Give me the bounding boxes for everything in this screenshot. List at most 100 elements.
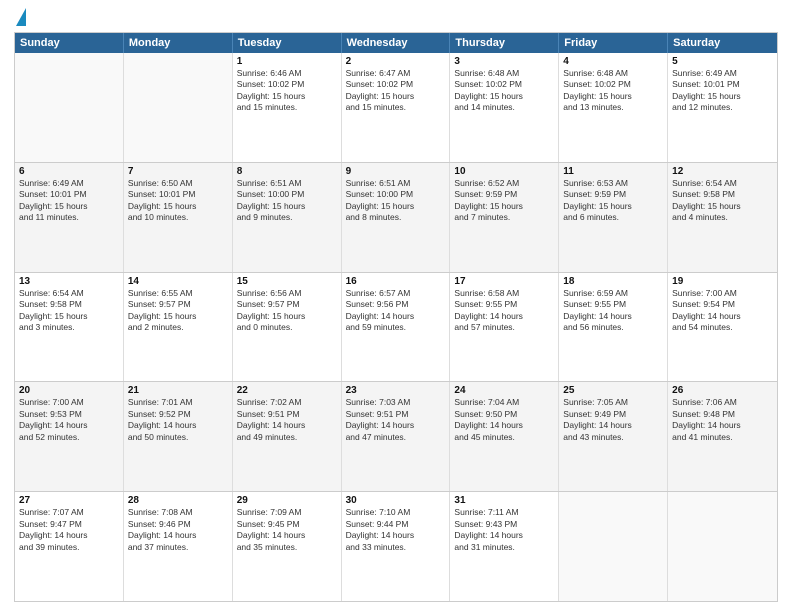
day-number: 30 (346, 495, 446, 506)
day-of-week-tuesday: Tuesday (233, 33, 342, 53)
cell-info: Sunrise: 6:52 AM Sunset: 9:59 PM Dayligh… (454, 178, 554, 224)
page: SundayMondayTuesdayWednesdayThursdayFrid… (0, 0, 792, 612)
cell-info: Sunrise: 7:09 AM Sunset: 9:45 PM Dayligh… (237, 507, 337, 553)
cell-info: Sunrise: 7:03 AM Sunset: 9:51 PM Dayligh… (346, 397, 446, 443)
day-number: 29 (237, 495, 337, 506)
cell-info: Sunrise: 6:49 AM Sunset: 10:01 PM Daylig… (672, 68, 773, 114)
calendar-cell: 7Sunrise: 6:50 AM Sunset: 10:01 PM Dayli… (124, 163, 233, 272)
calendar-week-5: 27Sunrise: 7:07 AM Sunset: 9:47 PM Dayli… (15, 492, 777, 601)
day-number: 20 (19, 385, 119, 396)
day-number: 27 (19, 495, 119, 506)
calendar-cell: 2Sunrise: 6:47 AM Sunset: 10:02 PM Dayli… (342, 53, 451, 162)
cell-info: Sunrise: 7:11 AM Sunset: 9:43 PM Dayligh… (454, 507, 554, 553)
logo-triangle-icon (16, 8, 26, 26)
cell-info: Sunrise: 6:56 AM Sunset: 9:57 PM Dayligh… (237, 288, 337, 334)
calendar-cell: 23Sunrise: 7:03 AM Sunset: 9:51 PM Dayli… (342, 382, 451, 491)
calendar-cell (15, 53, 124, 162)
cell-info: Sunrise: 7:07 AM Sunset: 9:47 PM Dayligh… (19, 507, 119, 553)
day-number: 14 (128, 276, 228, 287)
day-number: 12 (672, 166, 773, 177)
calendar: SundayMondayTuesdayWednesdayThursdayFrid… (14, 32, 778, 602)
calendar-cell: 27Sunrise: 7:07 AM Sunset: 9:47 PM Dayli… (15, 492, 124, 601)
calendar-cell: 3Sunrise: 6:48 AM Sunset: 10:02 PM Dayli… (450, 53, 559, 162)
day-number: 28 (128, 495, 228, 506)
calendar-cell (124, 53, 233, 162)
calendar-cell: 18Sunrise: 6:59 AM Sunset: 9:55 PM Dayli… (559, 273, 668, 382)
day-number: 5 (672, 56, 773, 67)
day-number: 2 (346, 56, 446, 67)
cell-info: Sunrise: 7:06 AM Sunset: 9:48 PM Dayligh… (672, 397, 773, 443)
calendar-cell: 21Sunrise: 7:01 AM Sunset: 9:52 PM Dayli… (124, 382, 233, 491)
day-number: 25 (563, 385, 663, 396)
day-number: 17 (454, 276, 554, 287)
calendar-cell: 10Sunrise: 6:52 AM Sunset: 9:59 PM Dayli… (450, 163, 559, 272)
cell-info: Sunrise: 7:02 AM Sunset: 9:51 PM Dayligh… (237, 397, 337, 443)
cell-info: Sunrise: 6:49 AM Sunset: 10:01 PM Daylig… (19, 178, 119, 224)
day-number: 13 (19, 276, 119, 287)
day-number: 26 (672, 385, 773, 396)
cell-info: Sunrise: 7:00 AM Sunset: 9:54 PM Dayligh… (672, 288, 773, 334)
day-number: 8 (237, 166, 337, 177)
calendar-cell: 15Sunrise: 6:56 AM Sunset: 9:57 PM Dayli… (233, 273, 342, 382)
cell-info: Sunrise: 6:58 AM Sunset: 9:55 PM Dayligh… (454, 288, 554, 334)
calendar-cell (668, 492, 777, 601)
calendar-cell: 6Sunrise: 6:49 AM Sunset: 10:01 PM Dayli… (15, 163, 124, 272)
calendar-cell: 12Sunrise: 6:54 AM Sunset: 9:58 PM Dayli… (668, 163, 777, 272)
calendar-cell: 24Sunrise: 7:04 AM Sunset: 9:50 PM Dayli… (450, 382, 559, 491)
day-number: 31 (454, 495, 554, 506)
day-number: 7 (128, 166, 228, 177)
cell-info: Sunrise: 6:51 AM Sunset: 10:00 PM Daylig… (237, 178, 337, 224)
calendar-cell: 9Sunrise: 6:51 AM Sunset: 10:00 PM Dayli… (342, 163, 451, 272)
calendar-week-3: 13Sunrise: 6:54 AM Sunset: 9:58 PM Dayli… (15, 273, 777, 383)
calendar-cell: 22Sunrise: 7:02 AM Sunset: 9:51 PM Dayli… (233, 382, 342, 491)
calendar-cell: 14Sunrise: 6:55 AM Sunset: 9:57 PM Dayli… (124, 273, 233, 382)
calendar-cell: 30Sunrise: 7:10 AM Sunset: 9:44 PM Dayli… (342, 492, 451, 601)
day-number: 6 (19, 166, 119, 177)
day-number: 15 (237, 276, 337, 287)
day-number: 18 (563, 276, 663, 287)
cell-info: Sunrise: 7:01 AM Sunset: 9:52 PM Dayligh… (128, 397, 228, 443)
cell-info: Sunrise: 6:53 AM Sunset: 9:59 PM Dayligh… (563, 178, 663, 224)
calendar-cell: 11Sunrise: 6:53 AM Sunset: 9:59 PM Dayli… (559, 163, 668, 272)
cell-info: Sunrise: 6:59 AM Sunset: 9:55 PM Dayligh… (563, 288, 663, 334)
calendar-cell: 29Sunrise: 7:09 AM Sunset: 9:45 PM Dayli… (233, 492, 342, 601)
cell-info: Sunrise: 6:48 AM Sunset: 10:02 PM Daylig… (563, 68, 663, 114)
calendar-cell: 4Sunrise: 6:48 AM Sunset: 10:02 PM Dayli… (559, 53, 668, 162)
cell-info: Sunrise: 6:54 AM Sunset: 9:58 PM Dayligh… (19, 288, 119, 334)
day-of-week-monday: Monday (124, 33, 233, 53)
day-of-week-wednesday: Wednesday (342, 33, 451, 53)
calendar-cell: 13Sunrise: 6:54 AM Sunset: 9:58 PM Dayli… (15, 273, 124, 382)
day-number: 1 (237, 56, 337, 67)
calendar-cell: 26Sunrise: 7:06 AM Sunset: 9:48 PM Dayli… (668, 382, 777, 491)
cell-info: Sunrise: 7:05 AM Sunset: 9:49 PM Dayligh… (563, 397, 663, 443)
calendar-cell: 17Sunrise: 6:58 AM Sunset: 9:55 PM Dayli… (450, 273, 559, 382)
calendar-cell: 28Sunrise: 7:08 AM Sunset: 9:46 PM Dayli… (124, 492, 233, 601)
calendar-cell: 19Sunrise: 7:00 AM Sunset: 9:54 PM Dayli… (668, 273, 777, 382)
day-number: 10 (454, 166, 554, 177)
day-number: 4 (563, 56, 663, 67)
calendar-body: 1Sunrise: 6:46 AM Sunset: 10:02 PM Dayli… (15, 53, 777, 601)
cell-info: Sunrise: 6:54 AM Sunset: 9:58 PM Dayligh… (672, 178, 773, 224)
day-number: 9 (346, 166, 446, 177)
day-number: 24 (454, 385, 554, 396)
calendar-cell (559, 492, 668, 601)
cell-info: Sunrise: 7:08 AM Sunset: 9:46 PM Dayligh… (128, 507, 228, 553)
cell-info: Sunrise: 6:55 AM Sunset: 9:57 PM Dayligh… (128, 288, 228, 334)
cell-info: Sunrise: 6:47 AM Sunset: 10:02 PM Daylig… (346, 68, 446, 114)
cell-info: Sunrise: 6:46 AM Sunset: 10:02 PM Daylig… (237, 68, 337, 114)
calendar-cell: 20Sunrise: 7:00 AM Sunset: 9:53 PM Dayli… (15, 382, 124, 491)
cell-info: Sunrise: 7:00 AM Sunset: 9:53 PM Dayligh… (19, 397, 119, 443)
logo (14, 10, 26, 26)
calendar-cell: 5Sunrise: 6:49 AM Sunset: 10:01 PM Dayli… (668, 53, 777, 162)
cell-info: Sunrise: 7:10 AM Sunset: 9:44 PM Dayligh… (346, 507, 446, 553)
calendar-cell: 16Sunrise: 6:57 AM Sunset: 9:56 PM Dayli… (342, 273, 451, 382)
calendar-week-4: 20Sunrise: 7:00 AM Sunset: 9:53 PM Dayli… (15, 382, 777, 492)
day-number: 19 (672, 276, 773, 287)
cell-info: Sunrise: 6:48 AM Sunset: 10:02 PM Daylig… (454, 68, 554, 114)
calendar-header: SundayMondayTuesdayWednesdayThursdayFrid… (15, 33, 777, 53)
calendar-cell: 1Sunrise: 6:46 AM Sunset: 10:02 PM Dayli… (233, 53, 342, 162)
cell-info: Sunrise: 6:50 AM Sunset: 10:01 PM Daylig… (128, 178, 228, 224)
cell-info: Sunrise: 6:57 AM Sunset: 9:56 PM Dayligh… (346, 288, 446, 334)
calendar-week-1: 1Sunrise: 6:46 AM Sunset: 10:02 PM Dayli… (15, 53, 777, 163)
day-number: 23 (346, 385, 446, 396)
